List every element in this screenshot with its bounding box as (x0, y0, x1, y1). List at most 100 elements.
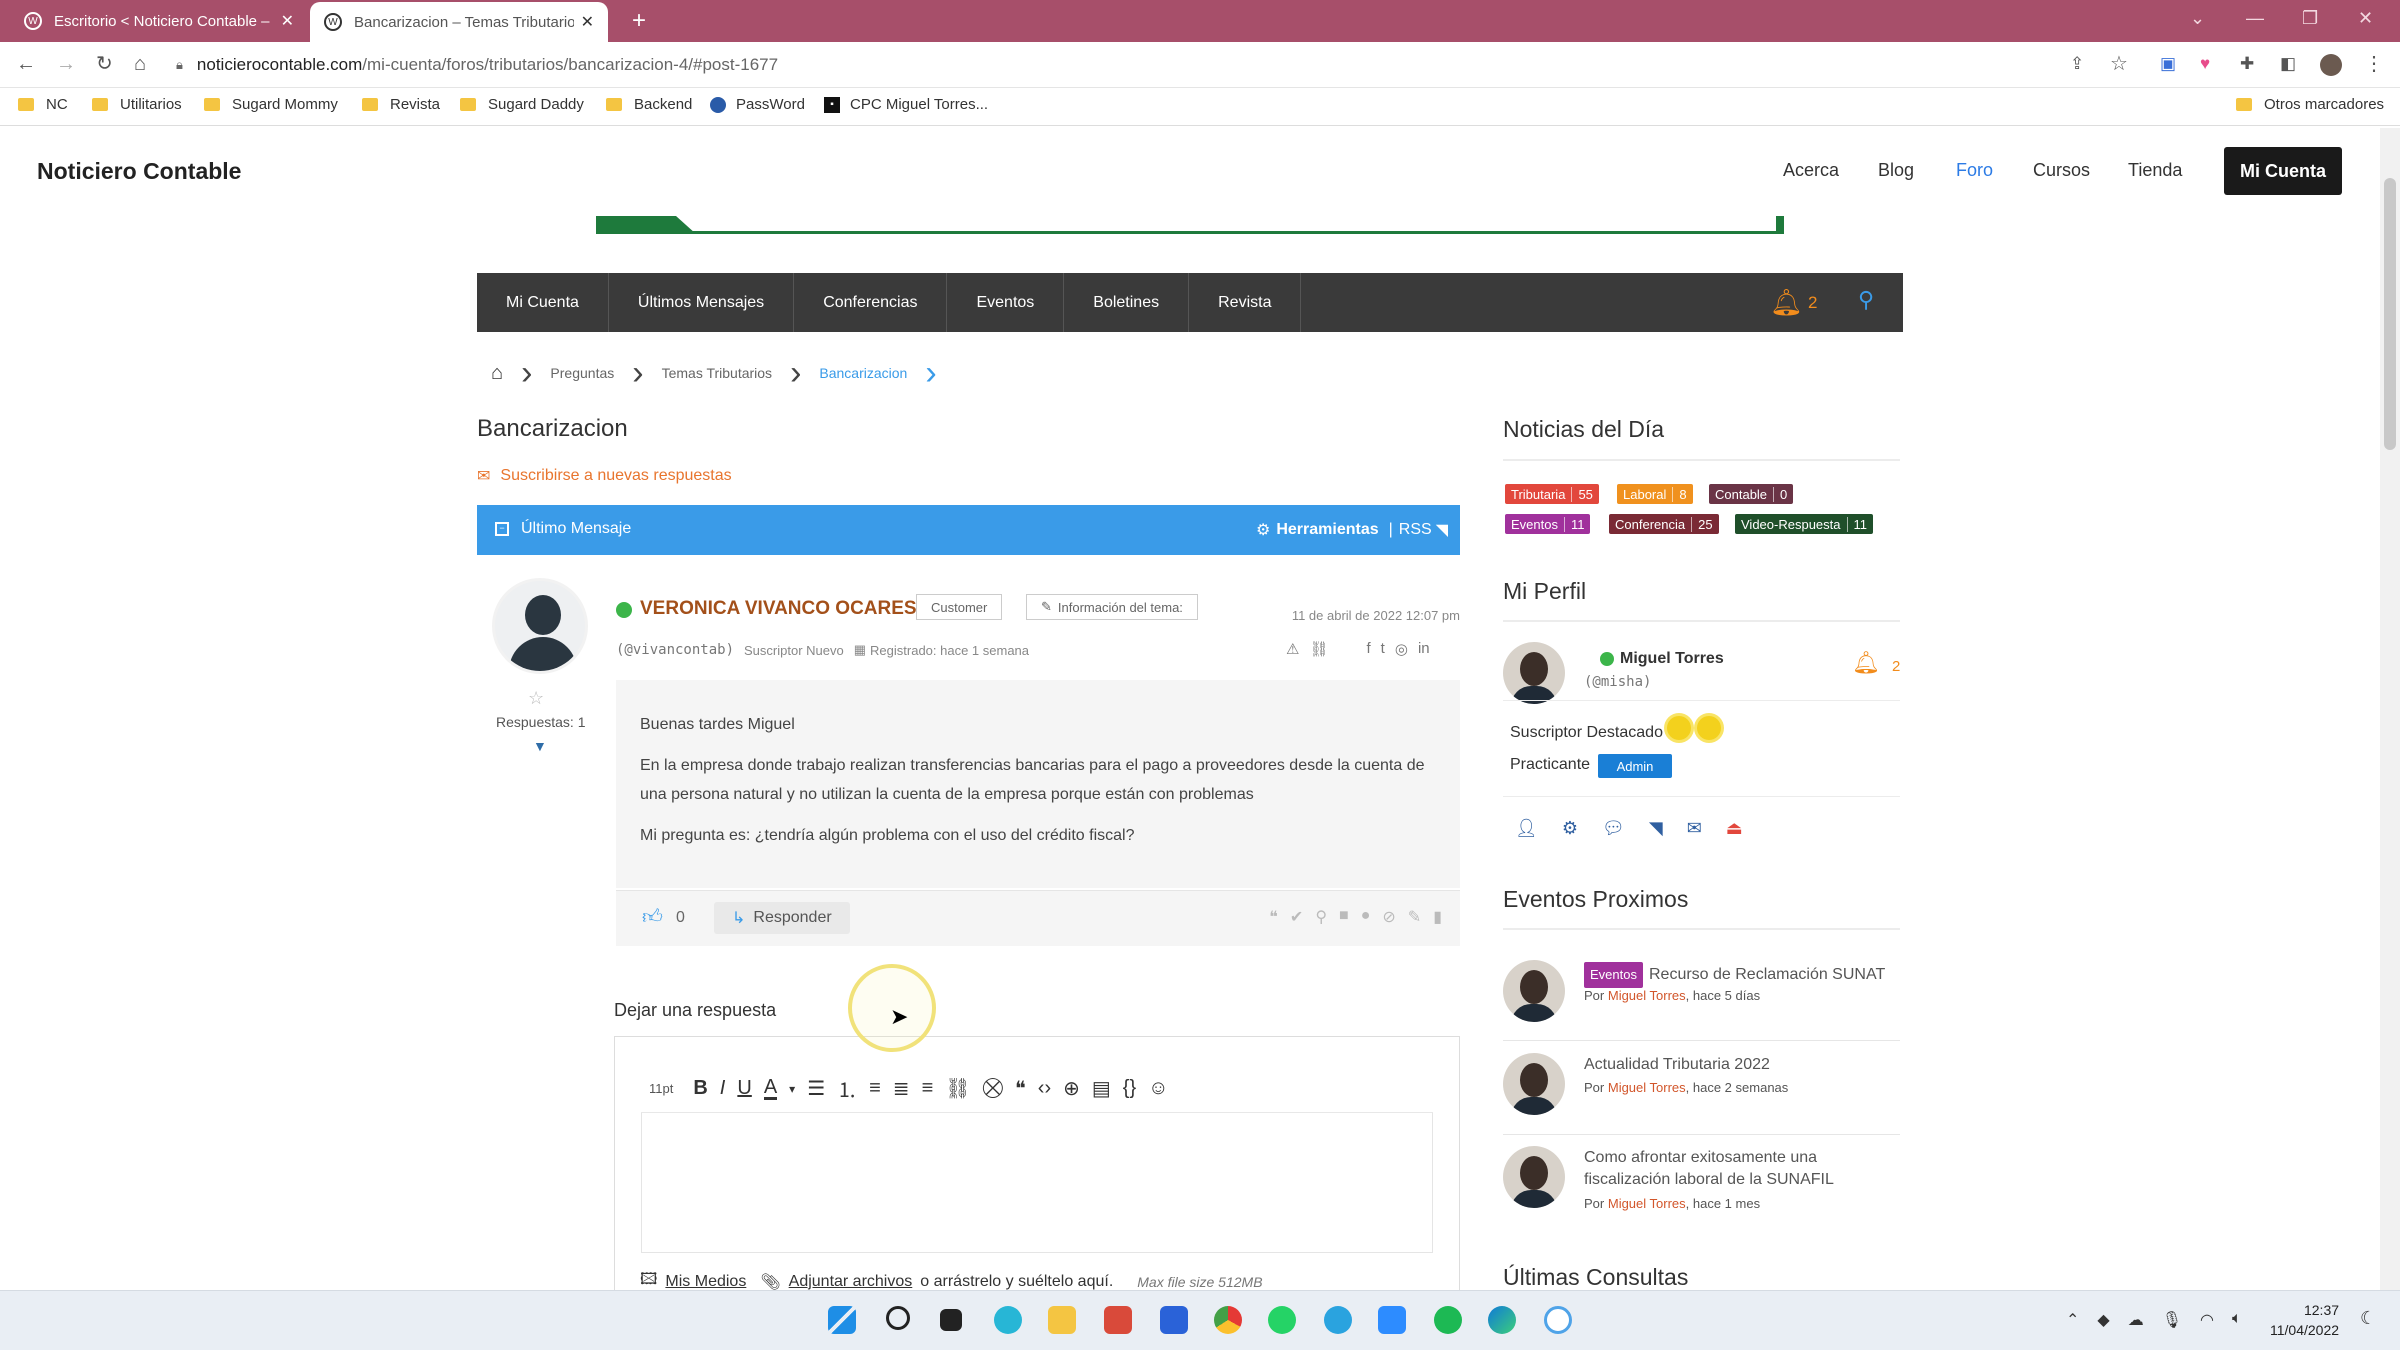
chevron-down-icon[interactable]: ▾ (789, 1082, 795, 1096)
extension-icon[interactable]: ♥ (2200, 52, 2210, 76)
dropbox-icon[interactable]: ◆ (2097, 1310, 2109, 1330)
code-icon[interactable]: ‹› (1038, 1077, 1051, 1100)
restore-icon[interactable]: ❐ (2302, 8, 2318, 29)
nav-blog[interactable]: Blog (1878, 160, 1914, 181)
forum-menu-mi-cuenta[interactable]: Mi Cuenta (477, 273, 609, 332)
address-bar[interactable]: 🔒︎ noticierocontable.com/mi-cuenta/foros… (176, 50, 2096, 80)
code-block-icon[interactable]: {} (1123, 1077, 1136, 1100)
pin-icon[interactable]: ⚲ (1315, 907, 1327, 927)
nav-acerca[interactable]: Acerca (1783, 160, 1839, 181)
search-icon[interactable] (886, 1306, 910, 1330)
site-logo[interactable]: Noticiero Contable (37, 158, 241, 185)
news-badge-laboral[interactable]: Laboral 8 (1617, 484, 1693, 504)
moon-focus-icon[interactable]: ☾ (2360, 1308, 2376, 1329)
topic-info-button[interactable]: ✎ Información del tema: (1026, 594, 1198, 620)
back-icon[interactable]: ← (16, 52, 36, 76)
search-icon[interactable]: ⚲ (1858, 287, 1874, 313)
news-badge-eventos[interactable]: Eventos 11 (1505, 514, 1591, 534)
breadcrumb-bancarizacion[interactable]: Bancarizacion (819, 365, 907, 381)
quote-icon[interactable]: ❝ (1269, 907, 1278, 927)
add-circle-icon[interactable]: ⊕ (1063, 1076, 1080, 1101)
nav-foro[interactable]: Foro (1956, 160, 1993, 181)
info-icon[interactable]: ● (1361, 907, 1371, 927)
user-icon[interactable]: 👤︎ (1515, 818, 1538, 839)
last-message-link[interactable]: − Último Mensaje (495, 520, 631, 538)
chevron-down-icon[interactable]: ▼ (533, 738, 547, 754)
text-color-icon[interactable]: A (763, 1077, 778, 1100)
warning-icon[interactable]: ⚠ (1286, 640, 1299, 658)
calculator-icon[interactable] (1160, 1306, 1188, 1334)
forum-menu-conferencias[interactable]: Conferencias (794, 273, 948, 332)
numbered-list-icon[interactable]: ⒈ (837, 1074, 857, 1103)
bell-icon[interactable]: 🔔︎ (1770, 287, 1803, 318)
breadcrumb-temas-tributarios[interactable]: Temas Tributarios (662, 365, 772, 381)
reload-icon[interactable]: ↻ (96, 52, 113, 76)
breadcrumb-preguntas[interactable]: Preguntas (550, 365, 614, 381)
nav-tienda[interactable]: Tienda (2128, 160, 2182, 181)
bookmark-cpc[interactable]: ▪ CPC Miguel Torres... (824, 96, 988, 113)
chevron-up-icon[interactable]: ⌃ (2066, 1310, 2079, 1330)
attach-files-link[interactable]: Adjuntar archivos (789, 1273, 913, 1291)
news-badge-conferencia[interactable]: Conferencia 25 (1609, 514, 1719, 534)
logout-icon[interactable]: ⏏ (1726, 818, 1743, 839)
event-item[interactable]: Actualidad Tributaria 2022 (1584, 1054, 1770, 1076)
microphone-icon[interactable]: 🎙︎ (2162, 1310, 2182, 1330)
windows-start-icon[interactable] (828, 1306, 856, 1334)
unlink-icon[interactable]: ⛒ (983, 1077, 1003, 1100)
subscribe-link[interactable]: ✉ Suscribirse a nuevas respuestas (477, 466, 732, 486)
file-explorer-icon[interactable] (1048, 1306, 1076, 1334)
bookmark-star-icon[interactable]: ☆ (2110, 52, 2128, 76)
italic-icon[interactable]: I (720, 1077, 726, 1100)
profile-avatar[interactable] (1503, 642, 1565, 704)
reply-textarea[interactable] (641, 1113, 1433, 1253)
translate-extension-icon[interactable]: ▣ (2160, 52, 2176, 76)
quote-icon[interactable]: ❝ (1015, 1076, 1026, 1101)
profile-avatar-icon[interactable] (2320, 54, 2342, 76)
puzzle-extensions-icon[interactable]: ✚ (2240, 52, 2254, 76)
bookmark-sugard-mommy[interactable]: Sugard Mommy (204, 96, 338, 113)
edit-icon[interactable]: ✎ (1408, 907, 1421, 927)
chrome-icon[interactable] (1214, 1306, 1242, 1334)
tab-escritorio[interactable]: W Escritorio < Noticiero Contable – ✕ (10, 0, 308, 42)
twitter-icon[interactable]: t (1381, 640, 1385, 658)
emoji-icon[interactable]: ☺ (1148, 1077, 1168, 1100)
taskbar-clock[interactable]: 12:37 11/04/2022 (2270, 1300, 2339, 1340)
bookmark-nc[interactable]: NC (18, 96, 68, 113)
rss-link[interactable]: RSS (1399, 521, 1432, 539)
scrollbar-thumb[interactable] (2384, 178, 2396, 450)
trash-icon[interactable]: ▮ (1433, 907, 1442, 927)
side-panel-icon[interactable]: ◧ (2280, 52, 2296, 76)
mi-cuenta-button[interactable]: Mi Cuenta (2224, 147, 2342, 195)
chrome-active-icon[interactable] (1544, 1306, 1572, 1334)
telegram-icon[interactable] (1324, 1306, 1352, 1334)
font-size-select[interactable]: 11pt (649, 1081, 673, 1096)
bookmark-otros[interactable]: Otros marcadores (2236, 96, 2384, 113)
align-left-icon[interactable]: ≡ (869, 1077, 881, 1100)
author-avatar[interactable] (492, 578, 588, 674)
forum-menu-revista[interactable]: Revista (1189, 273, 1302, 332)
facebook-icon[interactable]: f (1367, 640, 1371, 658)
bookmark-password[interactable]: PassWord (710, 96, 805, 113)
edge-icon[interactable] (1488, 1306, 1516, 1334)
wifi-icon[interactable]: ◠ (2200, 1310, 2214, 1330)
forum-menu-ultimos-mensajes[interactable]: Últimos Mensajes (609, 273, 795, 332)
tab-search-icon[interactable]: ⌄ (2190, 8, 2205, 29)
align-right-icon[interactable]: ≡ (922, 1077, 934, 1100)
forum-menu-boletines[interactable]: Boletines (1064, 273, 1190, 332)
forum-menu-eventos[interactable]: Eventos (947, 273, 1065, 332)
news-badge-tributaria[interactable]: Tributaria 55 (1505, 484, 1599, 504)
chat-app-icon[interactable] (994, 1306, 1022, 1334)
bookmark-revista[interactable]: Revista (362, 96, 440, 113)
link-icon[interactable]: ⛓ (945, 1076, 970, 1101)
tab-bancarizacion[interactable]: W Bancarizacion – Temas Tributarios ✕ (310, 2, 608, 42)
rss-icon[interactable]: ◥ (1649, 818, 1663, 839)
mis-medios-link[interactable]: Mis Medios (665, 1273, 746, 1291)
cloud-icon[interactable]: ☁ (2128, 1310, 2144, 1330)
news-badge-video-respuesta[interactable]: Video-Respuesta 11 (1735, 514, 1873, 534)
close-tab-icon[interactable]: ✕ (581, 12, 594, 32)
nav-cursos[interactable]: Cursos (2033, 160, 2090, 181)
bold-icon[interactable]: B (693, 1077, 707, 1100)
envelope-icon[interactable]: ✉ (1687, 818, 1702, 839)
event-author-link[interactable]: Miguel Torres (1608, 1080, 1686, 1095)
lock-icon[interactable]: ■ (1339, 907, 1349, 927)
